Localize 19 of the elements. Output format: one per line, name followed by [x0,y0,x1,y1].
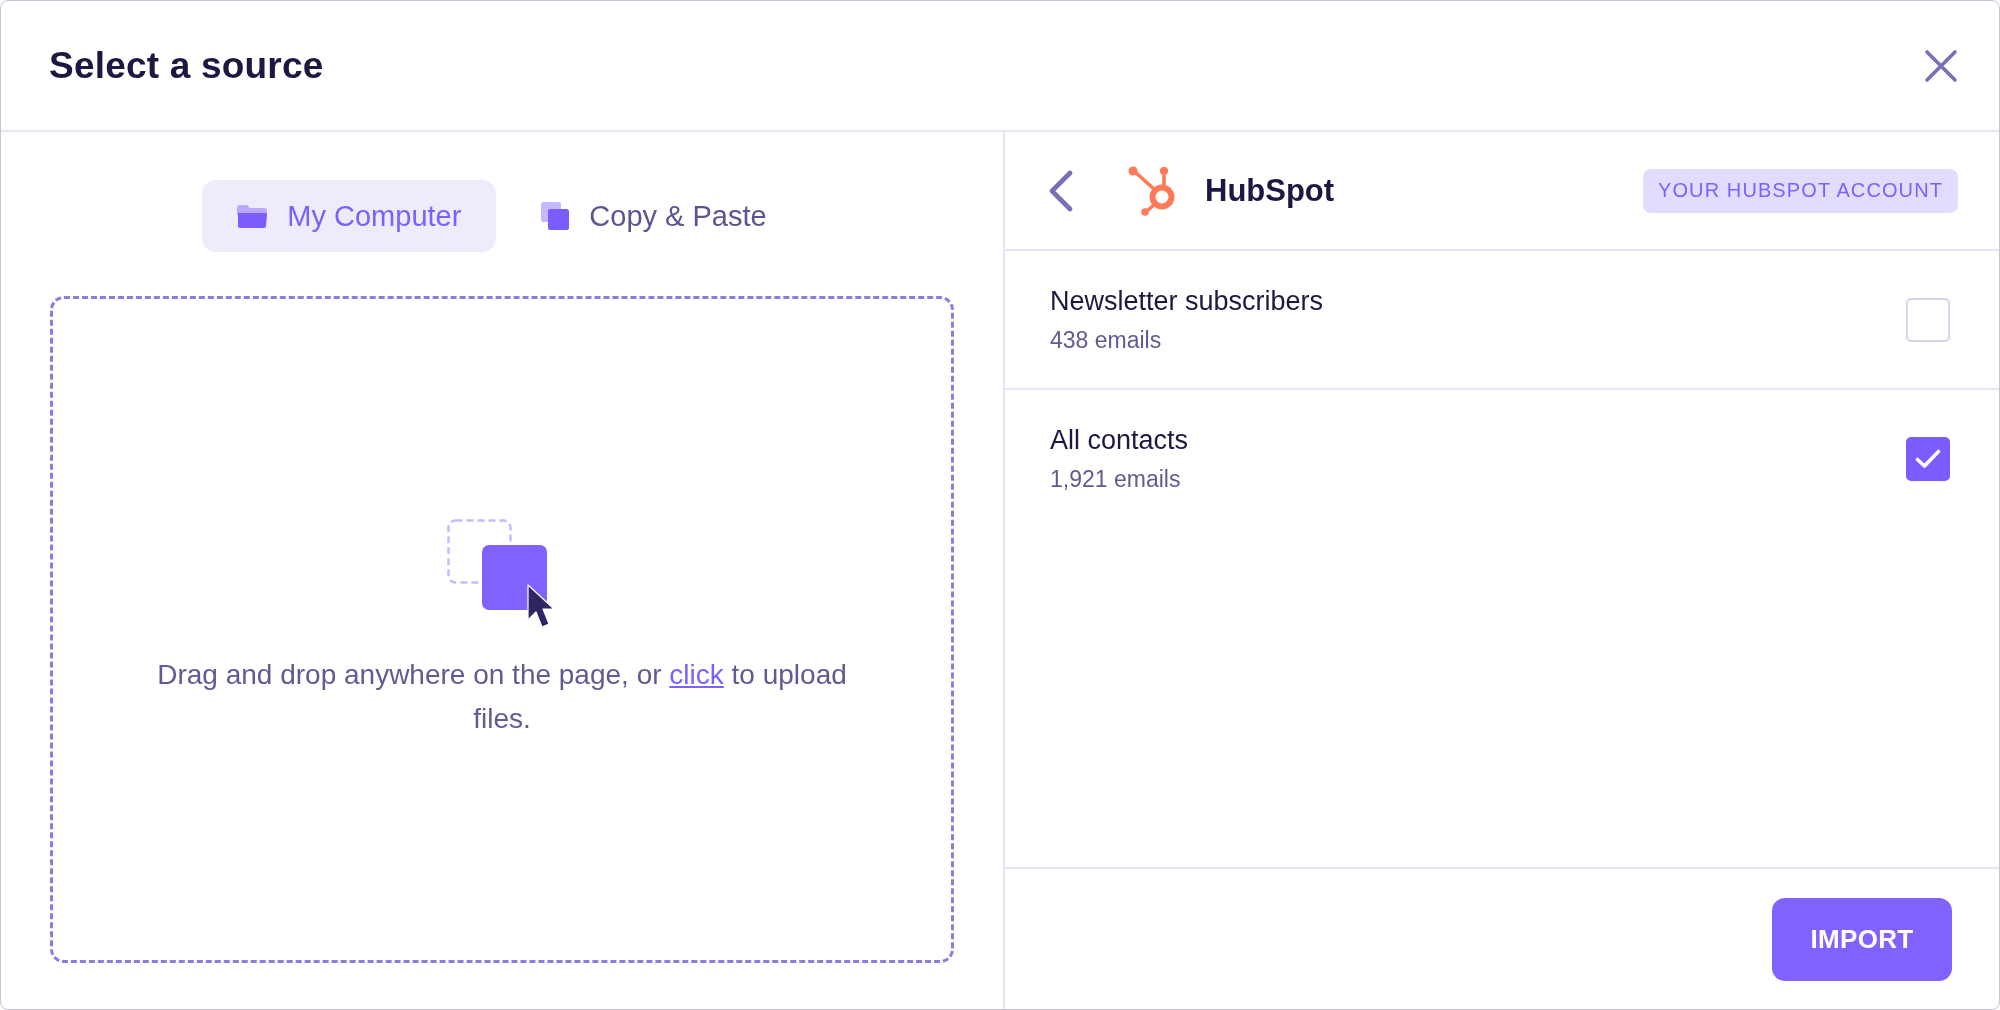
dropzone[interactable]: Drag and drop anywhere on the page, or click to upload files. [50,296,954,963]
upload-link[interactable]: click [669,658,724,690]
source-tab[interactable]: Copy & Paste [506,180,802,252]
dropzone-instructions: Drag and drop anywhere on the page, or click to upload files. [156,657,848,736]
list-name: Newsletter subscribers [1050,284,1324,318]
email-count: 438 emails [1050,325,1162,355]
account-badge: YOUR HUBSPOT ACCOUNT [1643,168,1958,213]
email-count: 1,921 emails [1050,464,1181,494]
dialog-title: Select a source [49,44,324,87]
import-button[interactable]: IMPORT [1772,897,1952,981]
checkmark-icon [1915,448,1941,469]
close-icon[interactable] [1924,48,1958,83]
integration-name: HubSpot [1205,172,1335,209]
checkbox[interactable] [1906,436,1950,481]
chevron-left-icon[interactable] [1047,169,1075,212]
copy-icon [541,202,570,230]
list-name: All contacts [1050,423,1189,457]
folder-icon [237,204,268,228]
source-tab[interactable]: My Computer [202,180,497,252]
